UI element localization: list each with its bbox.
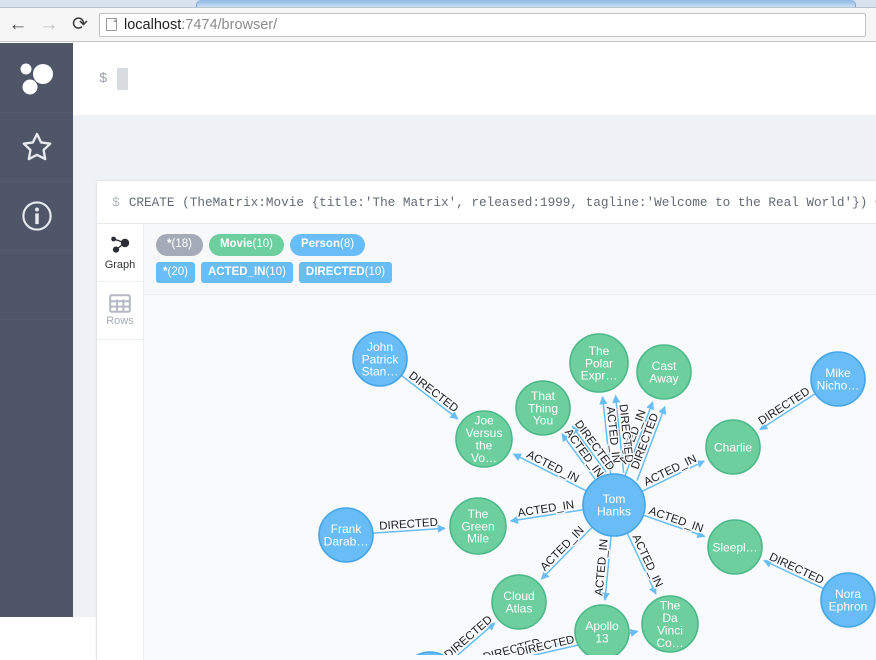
rel-type-chip-acted_in[interactable]: ACTED_IN(10) — [200, 261, 293, 283]
star-icon — [22, 132, 51, 160]
chip-count: (10) — [364, 265, 386, 278]
browser-tab-strip — [0, 0, 876, 8]
node-caption: Sleepl… — [712, 540, 757, 554]
url-text: localhost:7474/browser/ — [124, 17, 277, 33]
chip-count: (10) — [265, 265, 286, 278]
tab-graph-label: Graph — [104, 258, 136, 271]
node-caption: Ephron — [829, 600, 868, 614]
relationship-label: DIRECTED — [379, 517, 438, 533]
graph-visualization[interactable]: ACTED_IN ACTED_IN ACTED_IN ACTED_IN ACTED_IN… — [144, 295, 876, 655]
url-path: :7474/browser/ — [181, 16, 278, 33]
forward-icon[interactable]: → — [36, 12, 62, 38]
node-caption: Away — [649, 372, 678, 386]
graph-node[interactable]: TheDaVinciCo… — [641, 595, 699, 653]
relationship-label: ACTED_IN — [642, 453, 698, 489]
graph-node[interactable]: MikeNicho… — [810, 351, 866, 407]
node-caption: 13 — [595, 632, 609, 646]
relationship-type-chips: *(20) ACTED_IN(10) DIRECTED(10) — [144, 259, 876, 287]
relationship-label: DIRECTED — [443, 614, 495, 655]
page-document-icon — [106, 18, 117, 31]
rel-type-chip-all[interactable]: *(20) — [156, 261, 195, 283]
url-host: localhost — [124, 16, 182, 33]
graph-legend: *(18) Movie(10) Person(8) *(20) ACTED_IN(10… — [144, 224, 876, 294]
relationship-label: DIRECTED — [406, 370, 460, 415]
graph-node[interactable]: Charlie — [705, 419, 761, 475]
graph-node[interactable]: JoeVersustheVo… — [455, 410, 513, 468]
graph-node[interactable]: CastAway — [636, 344, 692, 400]
node-caption: You — [533, 414, 553, 428]
node-caption: Darab… — [324, 535, 369, 549]
url-bar[interactable]: localhost:7474/browser/ — [99, 12, 866, 37]
node-caption: Nicho… — [817, 379, 860, 393]
graph-node[interactable]: TheGreenMile — [449, 497, 507, 555]
browser-tab[interactable] — [196, 0, 856, 7]
node-label-chip-person[interactable]: Person(8) — [289, 234, 366, 256]
browser-toolbar: ← → ⟳ localhost:7474/browser/ — [0, 8, 876, 42]
view-switcher: Graph Rows — [97, 224, 144, 660]
graph-node[interactable]: NoraEphron — [820, 572, 876, 628]
tab-rows-label: Rows — [106, 315, 134, 327]
node-label-chips: *(18) Movie(10) Person(8) — [144, 231, 876, 259]
editor-prompt: $ — [99, 71, 108, 87]
node-label-chip-movie[interactable]: Movie(10) — [208, 234, 284, 256]
graph-view-pane: *(18) Movie(10) Person(8) *(20) ACTED_IN(10… — [144, 224, 876, 660]
node-label-chip-all[interactable]: *(18) — [156, 234, 203, 256]
relationship-label: ACTED_IN — [517, 499, 575, 520]
graph-node[interactable]: ThatThingYou — [515, 380, 571, 436]
graph-node[interactable]: TomHanks — [582, 473, 646, 537]
relationship-label: DIRECTED — [516, 634, 576, 655]
node-caption: Charlie — [714, 440, 752, 454]
rel-type-chip-directed[interactable]: DIRECTED(10) — [298, 261, 393, 283]
node-caption: Hanks — [597, 505, 631, 519]
graph-canvas[interactable]: ACTED_IN ACTED_IN ACTED_IN ACTED_IN ACTED_IN… — [144, 294, 876, 660]
relationship-label: ACTED_IN — [538, 524, 586, 573]
neo4j-dots-icon — [20, 63, 53, 94]
frame-query-prompt: $ — [112, 194, 120, 210]
graph-node[interactable]: ThePolarExpr… — [569, 333, 629, 393]
command-editor-bar[interactable]: $ — [73, 43, 876, 115]
relationship-label: ACTED_IN — [629, 533, 664, 590]
chip-label: Movie — [219, 238, 253, 250]
node-caption: Atlas — [506, 602, 533, 616]
editor-cursor — [117, 68, 129, 90]
tab-rows[interactable]: Rows — [97, 282, 143, 340]
chip-count: (8) — [339, 238, 355, 250]
node-caption: Vo… — [471, 451, 497, 465]
node-caption: Co… — [656, 636, 683, 650]
node-caption: Stan… — [362, 365, 399, 379]
relationship-label: ACTED_IN — [525, 449, 581, 485]
sidebar-item-documents[interactable] — [0, 182, 73, 251]
sidebar-item-favorites[interactable] — [0, 113, 73, 182]
tab-graph[interactable]: Graph — [97, 224, 143, 282]
chip-count: (20) — [167, 265, 188, 278]
graph-icon — [111, 236, 130, 253]
node-caption: Mile — [467, 532, 489, 546]
graph-node[interactable]: CloudAtlas — [491, 574, 547, 630]
node-caption: Expr… — [581, 369, 618, 383]
graph-node[interactable]: Sleepl… — [707, 519, 763, 575]
chip-label: Person — [300, 238, 340, 250]
relationship-label: DIRECTED — [767, 551, 825, 587]
back-icon[interactable]: ← — [5, 12, 31, 38]
graph-node[interactable]: Apollo13 — [574, 604, 630, 655]
result-frame: $ CREATE (TheMatrix:Movie {title:'The Ma… — [96, 180, 876, 660]
sidebar — [0, 43, 73, 617]
graph-node[interactable]: FrankDarab… — [318, 507, 374, 563]
neo4j-browser-app: $ $ CREATE (TheMatrix:Movie {title:'The … — [0, 43, 876, 660]
reload-icon[interactable]: ⟳ — [67, 12, 93, 38]
chip-label: ACTED_IN — [207, 265, 266, 278]
chip-label: DIRECTED — [305, 265, 365, 278]
sidebar-item-database[interactable] — [0, 43, 73, 113]
table-icon — [109, 294, 131, 313]
chip-count: (18) — [171, 238, 192, 250]
info-circle-icon — [21, 201, 52, 231]
chip-count: (10) — [252, 238, 273, 250]
graph-node[interactable]: JohnPatrickStan… — [352, 331, 408, 387]
relationship-label: DIRECTED — [756, 386, 812, 428]
frame-body: Graph Rows *(18) Movie(10) Person(8) *(20)… — [97, 224, 876, 660]
sidebar-item-blank — [0, 251, 73, 320]
frame-query-bar[interactable]: $ CREATE (TheMatrix:Movie {title:'The Ma… — [97, 181, 876, 224]
frame-query-text: CREATE (TheMatrix:Movie {title:'The Matr… — [128, 194, 876, 210]
